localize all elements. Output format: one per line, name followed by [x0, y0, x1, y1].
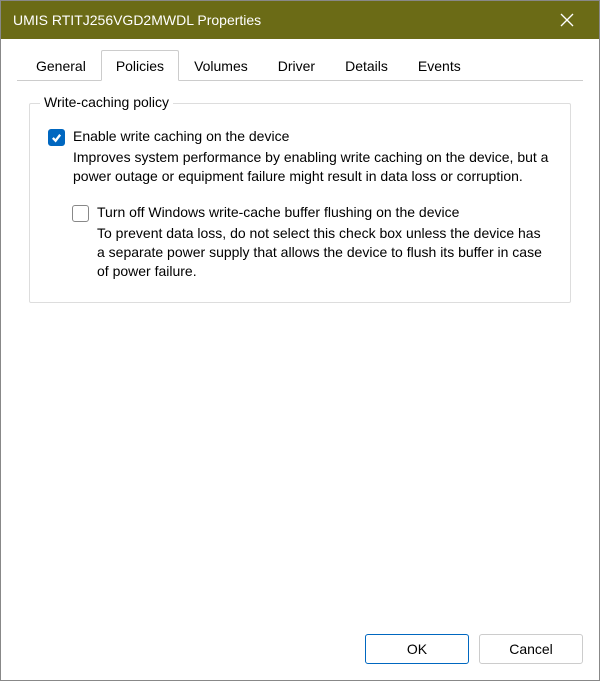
turn-off-flush-row: Turn off Windows write-cache buffer flus… — [72, 204, 552, 222]
tab-details[interactable]: Details — [330, 50, 403, 81]
tab-policies[interactable]: Policies — [101, 50, 179, 81]
tab-events[interactable]: Events — [403, 50, 476, 81]
dialog-content: General Policies Volumes Driver Details … — [1, 39, 599, 680]
enable-write-caching-row: Enable write caching on the device — [48, 128, 552, 146]
enable-write-caching-desc: Improves system performance by enabling … — [73, 148, 552, 186]
spacer — [29, 303, 571, 610]
ok-button[interactable]: OK — [365, 634, 469, 664]
titlebar: UMIS RTITJ256VGD2MWDL Properties — [1, 1, 599, 39]
enable-write-caching-label[interactable]: Enable write caching on the device — [73, 128, 289, 144]
enable-write-caching-checkbox[interactable] — [48, 129, 65, 146]
tab-driver[interactable]: Driver — [263, 50, 330, 81]
window-title: UMIS RTITJ256VGD2MWDL Properties — [13, 12, 547, 28]
turn-off-flush-desc: To prevent data loss, do not select this… — [97, 224, 552, 281]
tabpanel-policies: Write-caching policy Enable write cachin… — [17, 81, 583, 622]
cancel-button[interactable]: Cancel — [479, 634, 583, 664]
write-caching-group: Write-caching policy Enable write cachin… — [29, 103, 571, 303]
checkmark-icon — [51, 132, 62, 143]
tab-general[interactable]: General — [21, 50, 101, 81]
close-icon — [560, 13, 574, 27]
dialog-buttons: OK Cancel — [17, 622, 583, 664]
turn-off-flush-label[interactable]: Turn off Windows write-cache buffer flus… — [97, 204, 459, 220]
tab-volumes[interactable]: Volumes — [179, 50, 263, 81]
close-button[interactable] — [547, 1, 587, 39]
group-legend: Write-caching policy — [40, 94, 173, 110]
properties-dialog: UMIS RTITJ256VGD2MWDL Properties General… — [0, 0, 600, 681]
turn-off-flush-checkbox[interactable] — [72, 205, 89, 222]
tab-strip: General Policies Volumes Driver Details … — [17, 49, 583, 81]
